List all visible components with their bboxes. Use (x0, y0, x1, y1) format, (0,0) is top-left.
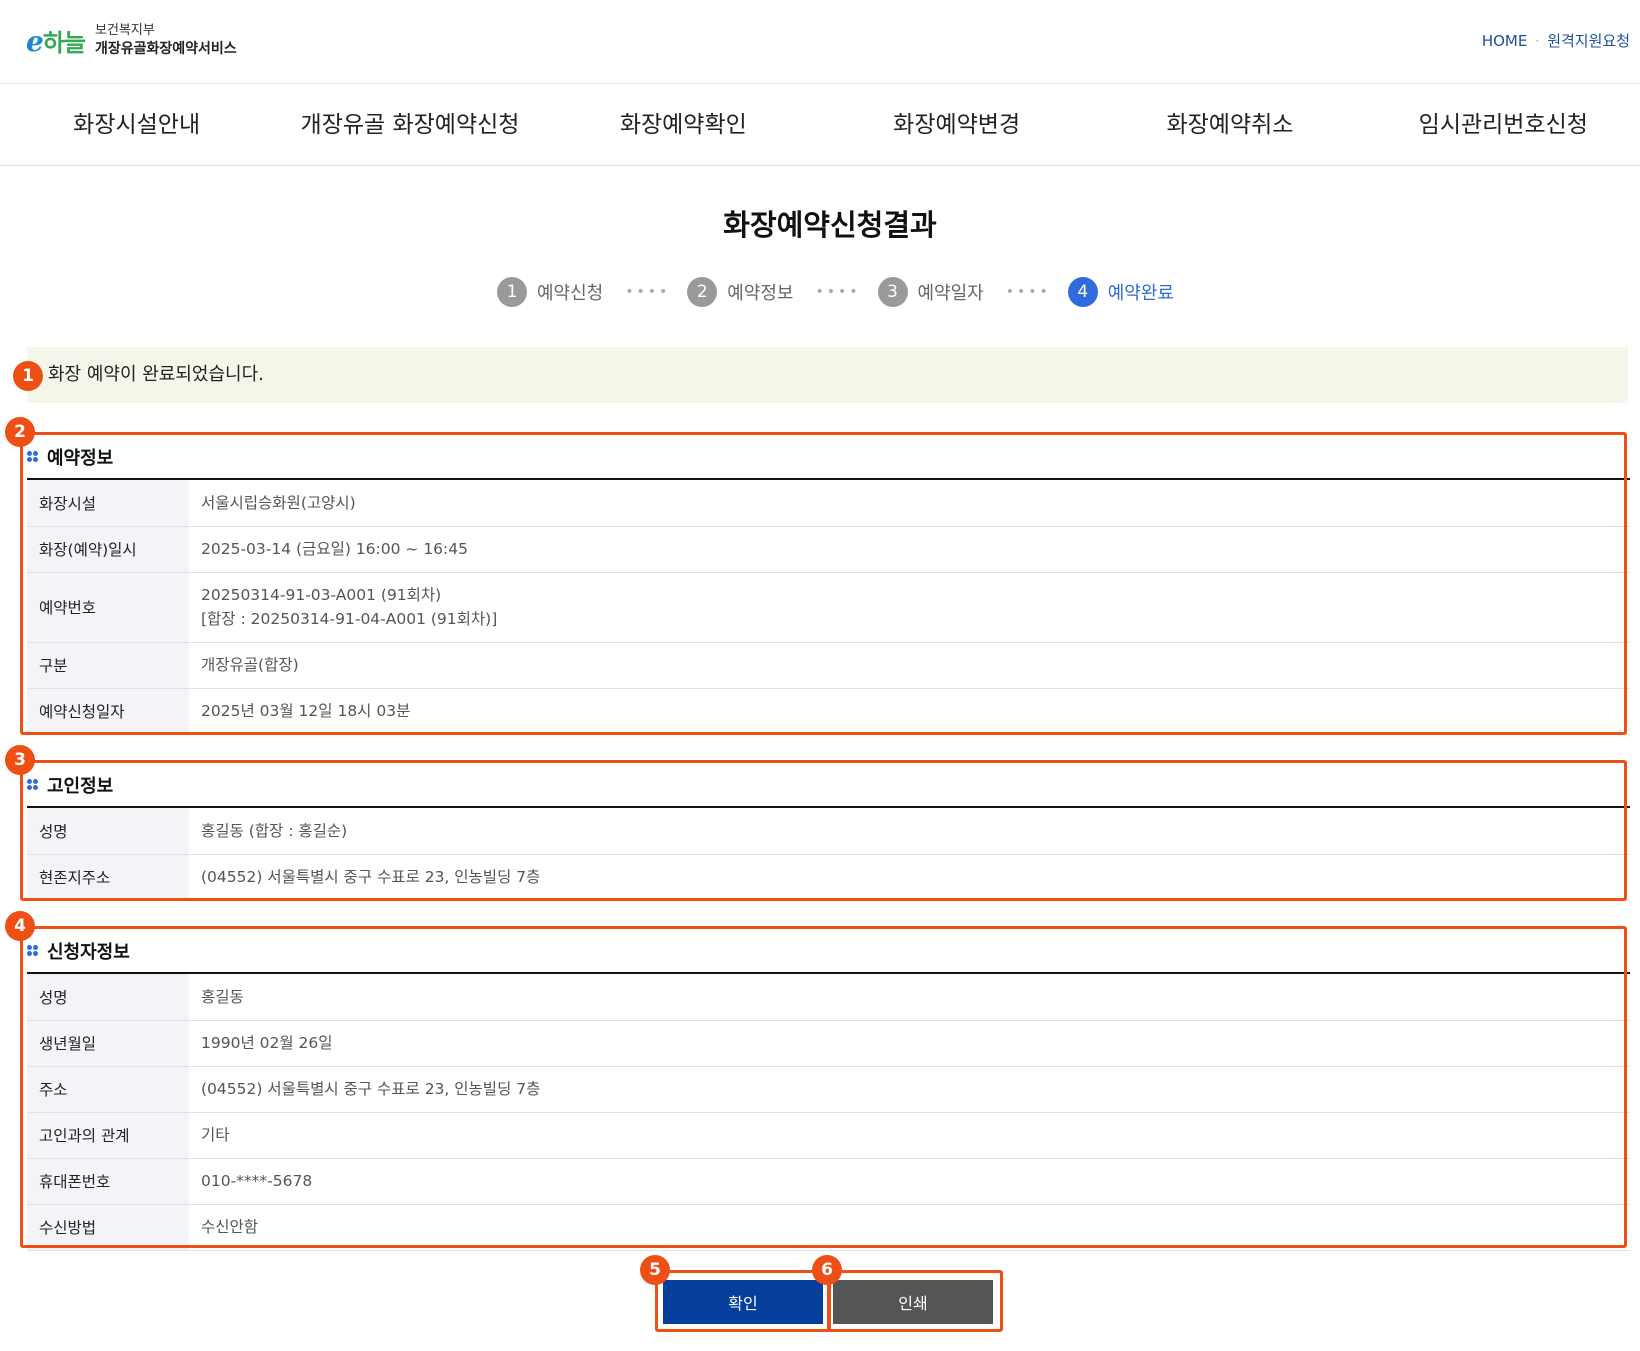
progress-steps: 1 예약신청 •••• 2 예약정보 •••• 3 예약일자 •••• 4 예약… (497, 276, 1174, 308)
table-row: 현존지주소 (04552) 서울특별시 중구 수표로 23, 인농빌딩 7층 (27, 854, 1630, 901)
site-logo[interactable]: e하늘 보건복지부 개장유골화장예약서비스 (26, 22, 237, 58)
step-connector: •••• (1005, 284, 1051, 300)
joint-reservation-number: [합장 : 20250314-91-04-A001 (91회차)] (201, 610, 498, 628)
table-row: 성명 홍길동 (27, 974, 1630, 1021)
remote-support-link[interactable]: 원격지원요청 (1547, 30, 1630, 51)
nav-reservation-apply[interactable]: 개장유골 화장예약신청 (273, 84, 546, 165)
step-label: 예약완료 (1107, 283, 1174, 304)
step-number: 2 (687, 277, 718, 307)
table-row: 주소 (04552) 서울특별시 중구 수표로 23, 인농빌딩 7층 (27, 1066, 1630, 1113)
ministry-name: 보건복지부 (95, 23, 155, 38)
step-label: 예약일자 (917, 283, 984, 304)
annotation-badge-4: 4 (5, 911, 35, 941)
deceased-info-section: 고인정보 성명 홍길동 (합장 : 홍길순) 현존지주소 (04552) 서울특별시… (27, 764, 1630, 901)
step-1: 1 예약신청 (497, 277, 603, 307)
step-number: 1 (497, 277, 527, 307)
step-connector: •••• (815, 284, 861, 300)
reservation-info-section: 예약정보 화장시설 서울시립승화원(고양시) 화장(예약)일시 2025-03-14… (27, 436, 1630, 735)
section-title: 신청자정보 (47, 942, 130, 963)
nav-temp-number[interactable]: 임시관리번호신청 (1367, 84, 1640, 165)
table-row: 구분 개장유골(합장) (27, 642, 1630, 689)
step-label: 예약신청 (537, 283, 604, 304)
step-2: 2 예약정보 (687, 277, 794, 307)
step-number: 3 (877, 277, 908, 307)
home-link[interactable]: HOME (1482, 32, 1528, 50)
nav-reservation-change[interactable]: 화장예약변경 (820, 84, 1093, 165)
annotation-badge-3: 3 (5, 745, 35, 775)
table-row: 화장(예약)일시 2025-03-14 (금요일) 16:00 ~ 16:45 (27, 526, 1630, 573)
main-navigation: 화장시설안내 개장유골 화장예약신청 화장예약확인 화장예약변경 화장예약취소 … (0, 84, 1640, 166)
logo-mark: e하늘 (26, 24, 86, 58)
step-connector: •••• (625, 284, 671, 300)
section-title: 고인정보 (47, 776, 114, 797)
utility-links: HOME · 원격지원요청 (1482, 30, 1630, 51)
bullet-dots-icon (27, 451, 39, 463)
section-title: 예약정보 (47, 448, 114, 469)
reservation-number: 20250314-91-03-A001 (91회차) (201, 586, 442, 604)
annotation-badge-2: 2 (5, 417, 35, 447)
table-row: 생년월일 1990년 02월 26일 (27, 1020, 1630, 1067)
step-4-active: 4 예약완료 (1067, 277, 1174, 307)
page-title: 화장예약신청결과 (723, 208, 937, 242)
applicant-info-section: 신청자정보 성명 홍길동 생년월일 1990년 02월 26일 주소 (04552) … (27, 930, 1630, 1251)
table-row: 예약번호 20250314-91-03-A001 (91회차) [합장 : 2025… (27, 572, 1630, 643)
table-row: 예약신청일자 2025년 03월 12일 18시 03분 (27, 688, 1630, 735)
print-button[interactable]: 인쇄 (833, 1280, 993, 1324)
annotation-badge-5: 5 (640, 1255, 670, 1285)
bullet-dots-icon (27, 945, 39, 957)
confirm-button[interactable]: 확인 (663, 1280, 823, 1324)
service-name: 개장유골화장예약서비스 (95, 41, 237, 57)
completion-notice: 화장 예약이 완료되었습니다. (27, 347, 1628, 403)
annotation-badge-1: 1 (13, 361, 43, 391)
step-number: 4 (1067, 277, 1098, 307)
table-row: 수신방법 수신안함 (27, 1204, 1630, 1251)
table-row: 성명 홍길동 (합장 : 홍길순) (27, 808, 1630, 855)
deceased-info-table: 성명 홍길동 (합장 : 홍길순) 현존지주소 (04552) 서울특별시 중구 수… (27, 808, 1630, 901)
table-row: 휴대폰번호 010-****-5678 (27, 1158, 1630, 1205)
applicant-info-table: 성명 홍길동 생년월일 1990년 02월 26일 주소 (04552) 서울특별시 … (27, 974, 1630, 1251)
top-header: e하늘 보건복지부 개장유골화장예약서비스 HOME · 원격지원요청 (0, 0, 1640, 84)
nav-reservation-check[interactable]: 화장예약확인 (547, 84, 820, 165)
separator: · (1535, 33, 1540, 48)
annotation-badge-6: 6 (812, 1255, 842, 1285)
reservation-info-table: 화장시설 서울시립승화원(고양시) 화장(예약)일시 2025-03-14 (금요일… (27, 480, 1630, 735)
step-3: 3 예약일자 (877, 277, 984, 307)
table-row: 고인과의 관계 기타 (27, 1112, 1630, 1159)
table-row: 화장시설 서울시립승화원(고양시) (27, 480, 1630, 527)
bullet-dots-icon (27, 779, 39, 791)
step-label: 예약정보 (727, 283, 794, 304)
nav-facility-info[interactable]: 화장시설안내 (0, 84, 273, 165)
nav-reservation-cancel[interactable]: 화장예약취소 (1093, 84, 1366, 165)
